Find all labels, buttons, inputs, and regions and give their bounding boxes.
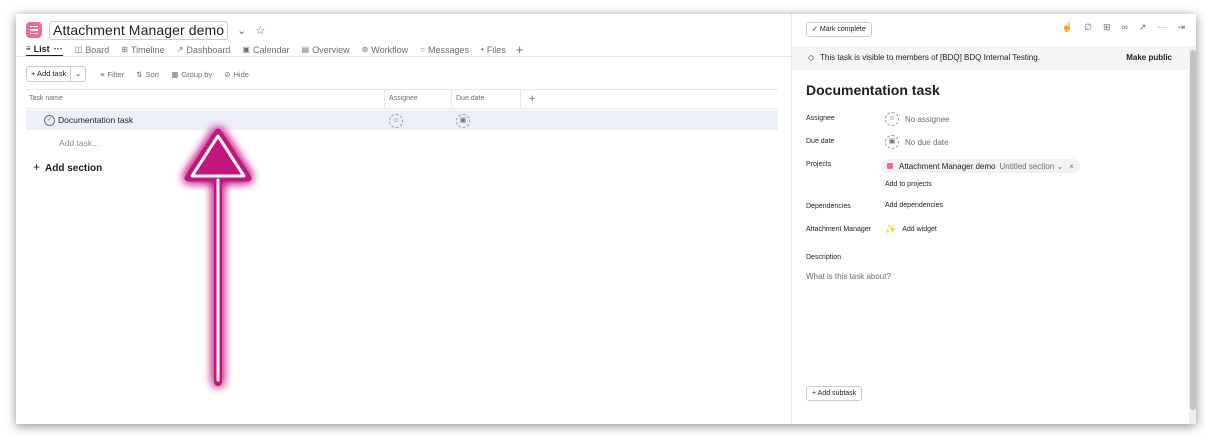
list-view-icon: ≡ [26,44,31,53]
dashboard-icon: ↗ [176,45,184,54]
tab-calendar[interactable]: ▣ Calendar [242,45,289,55]
tab-board[interactable]: ◫ Board [75,45,110,55]
tab-files[interactable]: • Files [481,45,506,55]
assignee-icon: ☺ [885,112,899,126]
group-icon: ▦ [171,69,179,79]
detail-toolbar: ✓ Mark complete [806,21,872,37]
description-input[interactable]: What is this task about? [806,272,891,281]
project-list-icon[interactable] [26,22,42,38]
plus-icon: + [33,160,41,174]
add-widget-link[interactable]: ✨ Add widget [885,224,937,235]
due-date-field[interactable]: ▣ No due date [885,135,949,149]
project-title[interactable]: Attachment Manager demo [49,20,229,40]
detail-action-icons: ☝ ∅ ⊞ ∞ ↗ ··· ⇥ [1051,22,1185,33]
hide-icon: ⊘ [224,69,231,79]
tab-dashboard[interactable]: ↗ Dashboard [177,45,231,55]
group-by-button[interactable]: ▦ Group by [171,70,212,79]
more-icon[interactable]: ··· [54,44,63,54]
widget-icon: ✨ [885,224,897,234]
attachment-manager-label: Attachment Manager [806,226,871,233]
due-date-label: Due date [806,138,835,145]
add-subtask-button[interactable]: + Add subtask [806,386,863,401]
add-section-button[interactable]: + Add section [33,160,102,174]
calendar-icon: ▣ [885,135,899,149]
more-icon[interactable]: ··· [1157,22,1166,33]
make-public-button[interactable]: Make public [1126,53,1172,62]
app-window: Attachment Manager demo ⌄ ☆ ≡ List ··· ◫… [16,14,1196,424]
scrollbar[interactable] [1189,46,1196,424]
assignee-field[interactable]: ☺ No assignee [885,112,949,126]
task-name[interactable]: Documentation task [58,115,133,125]
dependencies-label: Dependencies [806,203,851,210]
close-icon[interactable]: × [1069,162,1074,171]
section-dropdown[interactable]: Untitled section ⌄ [1000,162,1064,171]
description-label: Description [806,254,842,261]
link-icon[interactable]: ∞ [1121,22,1127,33]
star-icon[interactable]: ☆ [255,24,265,37]
filter-button[interactable]: ≡ Filter [100,70,124,79]
mark-complete-button[interactable]: ✓ Mark complete [806,21,872,37]
tab-list[interactable]: ≡ List ··· [26,44,63,56]
project-tabs: ≡ List ··· ◫ Board ⊞ Timeline ↗ Dashboar… [26,42,523,57]
tab-workflow[interactable]: ⊛ Workflow [362,45,409,55]
scroll-thumb[interactable] [1190,50,1196,410]
project-list-pane: Attachment Manager demo ⌄ ☆ ≡ List ··· ◫… [16,14,791,424]
files-icon: • [481,45,484,54]
subtask-icon[interactable]: ⊞ [1103,22,1111,33]
filter-icon: ≡ [100,69,105,79]
annotation-arrow [184,128,252,386]
tab-timeline[interactable]: ⊞ Timeline [121,45,164,55]
tab-overview[interactable]: ▤ Overview [302,45,350,55]
add-to-projects-link[interactable]: Add to projects [885,181,932,188]
project-color-dot [887,163,893,169]
table-row[interactable]: ✓ Documentation task ☺ ▣ [26,110,778,130]
sort-icon: ⇅ [136,69,143,79]
add-task-button[interactable]: + Add task ⌄ [26,66,87,82]
column-task-name[interactable]: Task name [29,90,63,108]
visibility-banner: ◇ This task is visible to members of [BD… [792,46,1196,70]
task-title[interactable]: Documentation task [806,82,940,98]
add-dependencies-link[interactable]: Add dependencies [885,202,943,209]
column-due-date[interactable]: Due date [451,90,516,108]
task-detail-pane: ✓ Mark complete ☝ ∅ ⊞ ∞ ↗ ··· ⇥ ◇ This t… [791,14,1196,424]
hide-button[interactable]: ⊘ Hide [224,70,249,79]
calendar-icon[interactable]: ▣ [456,114,470,128]
column-assignee[interactable]: Assignee [384,90,449,108]
board-icon: ◫ [74,45,83,54]
add-tab-icon[interactable]: + [516,42,524,57]
check-icon[interactable]: ✓ [44,115,55,126]
overview-icon: ▤ [301,45,310,54]
projects-label: Projects [806,161,832,168]
add-task-inline[interactable]: Add task... [59,138,99,148]
tab-messages[interactable]: ○ Messages [420,45,469,55]
table-header: Task name Assignee Due date + [26,89,778,109]
project-header: Attachment Manager demo ⌄ ☆ [26,20,265,40]
messages-icon: ○ [420,45,425,54]
like-icon[interactable]: ☝ [1062,22,1073,33]
project-chip[interactable]: Attachment Manager demo Untitled section… [881,159,1080,173]
sort-button[interactable]: ⇅ Sort [136,70,159,79]
assignee-icon[interactable]: ☺ [389,114,403,128]
chevron-down-icon[interactable]: ⌄ [237,24,246,37]
list-toolbar: + Add task ⌄ ≡ Filter ⇅ Sort ▦ Group by … [26,66,261,82]
add-column-icon[interactable]: + [520,90,535,108]
workflow-icon: ⊛ [361,45,369,54]
lock-icon: ◇ [808,53,815,62]
divider [16,56,791,57]
calendar-icon: ▣ [242,45,250,54]
chevron-down-icon[interactable]: ⌄ [71,70,85,78]
attachment-icon[interactable]: ∅ [1084,22,1092,33]
expand-icon[interactable]: ↗ [1139,22,1147,33]
assignee-label: Assignee [806,115,835,122]
close-pane-icon[interactable]: ⇥ [1177,22,1185,33]
timeline-icon: ⊞ [121,45,128,54]
